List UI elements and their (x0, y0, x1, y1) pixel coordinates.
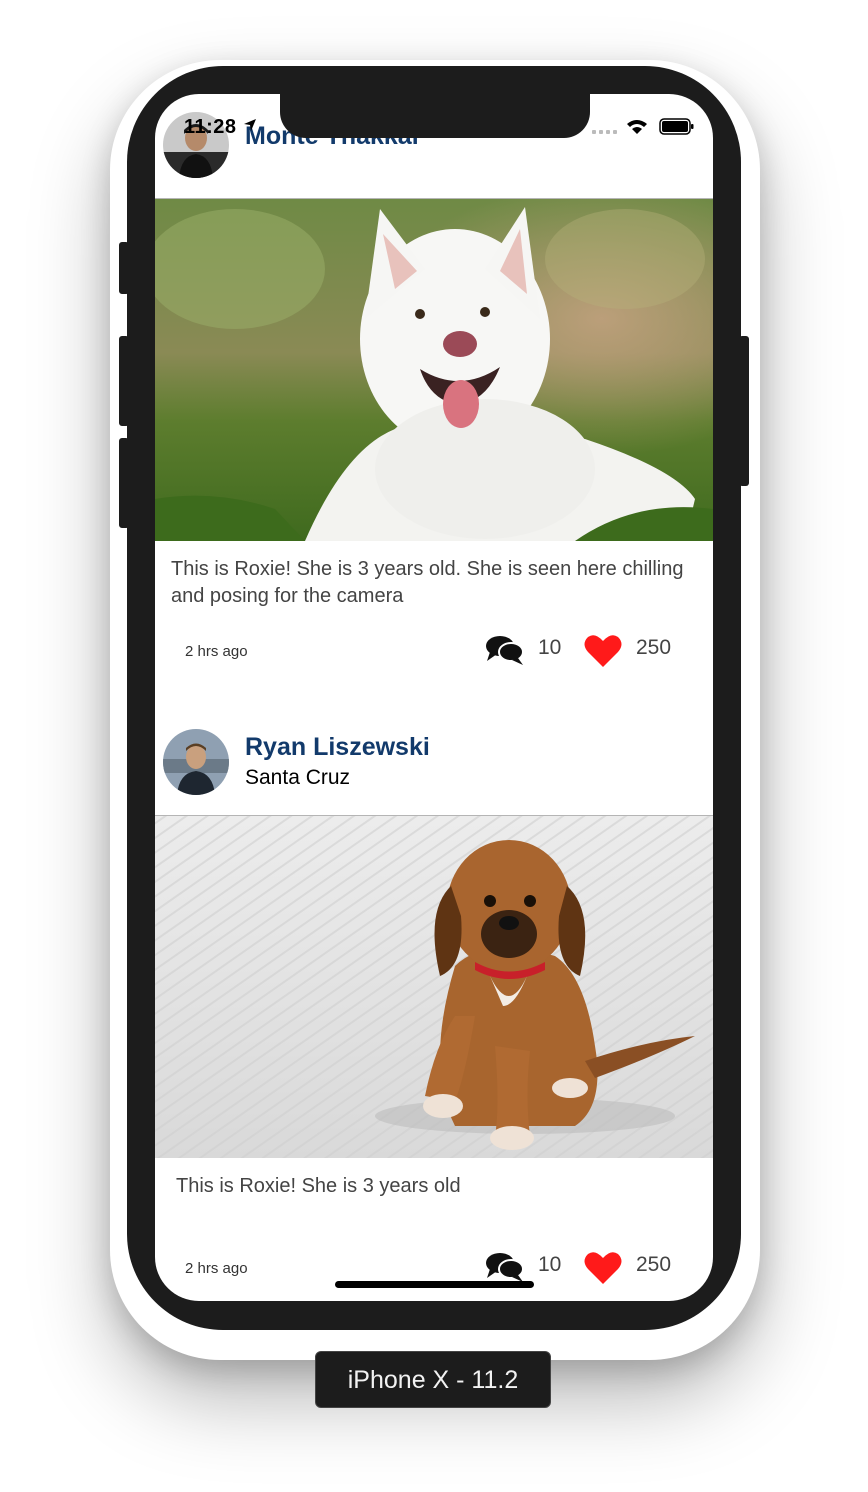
heart-icon[interactable] (583, 633, 623, 669)
post-header[interactable]: Ryan Liszewski Santa Cruz (155, 711, 713, 815)
status-icons (592, 118, 695, 140)
post-photo[interactable] (155, 199, 713, 541)
mute-switch (119, 242, 129, 294)
wifi-icon (627, 120, 648, 134)
author-name[interactable]: Ryan Liszewski (245, 733, 430, 762)
side-button (739, 336, 749, 486)
white-dog-photo (155, 199, 713, 541)
signal-icon (592, 130, 617, 134)
volume-up-button (119, 336, 129, 426)
post-footer: 2 hrs ago 10 250 (155, 621, 713, 711)
comments-icon[interactable] (485, 634, 525, 666)
comments-icon[interactable] (485, 1251, 525, 1283)
post-card: Monte Thakkar (155, 94, 713, 711)
author-location: Santa Cruz (245, 766, 351, 789)
comment-count: 10 (538, 636, 562, 659)
volume-down-button (119, 438, 129, 528)
battery-icon (659, 118, 694, 135)
status-time-text: 11:28 (184, 116, 237, 138)
post-caption: This is Roxie! She is 3 years old. She i… (171, 558, 684, 607)
post-card: Ryan Liszewski Santa Cruz This is Roxie!… (155, 711, 713, 1301)
puppy-photo (155, 816, 713, 1158)
post-photo[interactable] (155, 816, 713, 1158)
post-time: 2 hrs ago (185, 643, 248, 660)
heart-icon[interactable] (583, 1250, 623, 1286)
device-notch (280, 94, 590, 138)
post-footer: 2 hrs ago 10 250 (155, 1238, 713, 1301)
home-indicator[interactable] (335, 1281, 534, 1288)
post-time: 2 hrs ago (185, 1260, 248, 1277)
location-arrow-icon (243, 119, 256, 131)
comment-count: 10 (538, 1253, 562, 1276)
post-feed[interactable]: Monte Thakkar (155, 94, 713, 1301)
status-time: 11:28 (184, 116, 257, 139)
like-count: 250 (636, 636, 672, 659)
author-avatar[interactable] (163, 729, 229, 795)
device-label: iPhone X - 11.2 (315, 1351, 551, 1408)
like-count: 250 (636, 1253, 672, 1276)
avatar-image (163, 729, 229, 795)
app-screen: Monte Thakkar (155, 94, 713, 1301)
post-caption: This is Roxie! She is 3 years old (176, 1175, 461, 1197)
